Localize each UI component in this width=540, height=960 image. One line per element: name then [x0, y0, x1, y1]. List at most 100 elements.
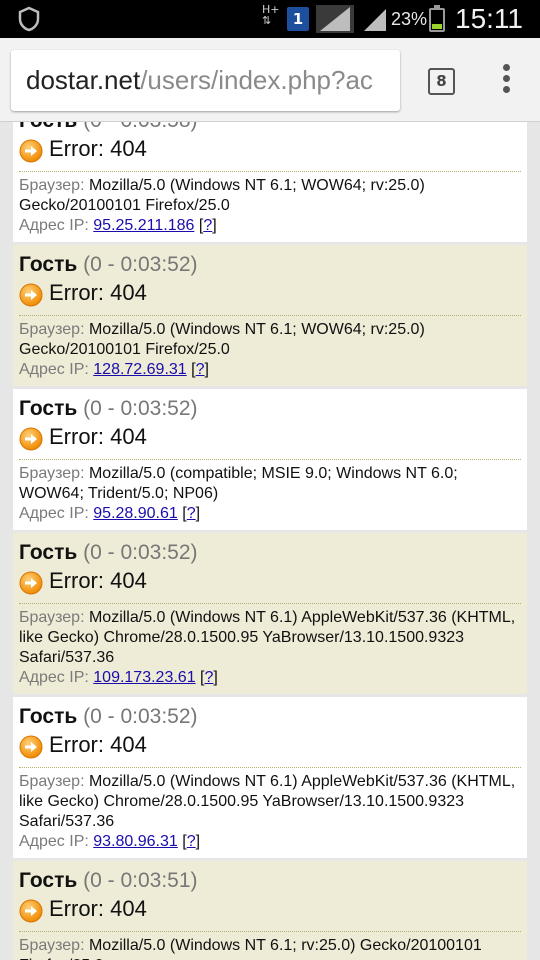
- entry-location: Error: 404: [19, 423, 521, 451]
- log-entry: Гость (0 - 0:03:52) Error: 404 Браузер: …: [13, 533, 527, 697]
- ip-label: Адрес IP:: [19, 833, 89, 850]
- browser-label: Браузер:: [19, 177, 85, 194]
- ip-help: [?]: [191, 361, 209, 378]
- entry-details: Браузер: Mozilla/5.0 (Windows NT 6.1; WO…: [19, 320, 521, 380]
- ip-link[interactable]: 93.80.96.31: [93, 833, 178, 850]
- browser-label: Браузер:: [19, 937, 85, 954]
- browser-line: Браузер: Mozilla/5.0 (Windows NT 6.1) Ap…: [19, 772, 521, 832]
- ip-help-link[interactable]: ?: [196, 361, 205, 378]
- user-name: Гость: [19, 541, 78, 564]
- browser-line: Браузер: Mozilla/5.0 (Windows NT 6.1) Ap…: [19, 608, 521, 668]
- log-entry: Гость (0 - 0:03:52) Error: 404 Браузер: …: [13, 697, 527, 861]
- tab-switcher-button[interactable]: 8: [428, 68, 455, 95]
- arrow-right-icon: [19, 139, 43, 163]
- divider: [19, 171, 521, 172]
- divider: [19, 767, 521, 768]
- log-entry: Гость (0 - 0:03:52) Error: 404 Браузер: …: [13, 389, 527, 533]
- user-name: Гость: [19, 705, 78, 728]
- ip-label: Адрес IP:: [19, 669, 89, 686]
- entry-details: Браузер: Mozilla/5.0 (Windows NT 6.1) Ap…: [19, 608, 521, 688]
- divider: [19, 459, 521, 460]
- ip-help: [?]: [198, 217, 217, 234]
- log-entry: Гость (0 - 0:03:52) Error: 404 Браузер: …: [13, 245, 527, 389]
- ip-help-link[interactable]: ?: [203, 217, 212, 234]
- browser-label: Браузер:: [19, 609, 85, 626]
- browser-line: Браузер: Mozilla/5.0 (Windows NT 6.1; WO…: [19, 176, 521, 216]
- ip-link[interactable]: 95.28.90.61: [93, 505, 178, 522]
- browser-toolbar: dostar.net/users/index.php?ac 8: [0, 38, 540, 122]
- divider: [19, 931, 521, 932]
- browser-line: Браузер: Mozilla/5.0 (compatible; MSIE 9…: [19, 464, 521, 504]
- arrow-right-icon: [19, 427, 43, 451]
- error-text: Error: 404: [49, 280, 147, 305]
- user-agent: Mozilla/5.0 (Windows NT 6.1) AppleWebKit…: [19, 773, 516, 830]
- url-path: /users/index.php?ac: [140, 65, 373, 95]
- ip-label: Адрес IP:: [19, 505, 89, 522]
- log-entry: Гость (0 - 0:03:58) Error: 404 Браузер: …: [13, 122, 527, 245]
- divider: [19, 603, 521, 604]
- signal-icon: [364, 9, 386, 31]
- log-entry: Гость (0 - 0:03:51) Error: 404 Браузер: …: [13, 861, 527, 960]
- entry-location: Error: 404: [19, 567, 521, 595]
- ip-line: Адрес IP: 109.173.23.61 [?]: [19, 668, 521, 688]
- ip-help: [?]: [182, 833, 201, 850]
- shield-icon: [18, 6, 40, 32]
- user-agent: Mozilla/5.0 (compatible; MSIE 9.0; Windo…: [19, 465, 458, 502]
- battery-level: [432, 24, 442, 29]
- ip-help: [?]: [182, 505, 201, 522]
- user-name: Гость: [19, 397, 78, 420]
- user-agent: Mozilla/5.0 (Windows NT 6.1; rv:25.0) Ge…: [19, 937, 482, 960]
- status-bar: H+ ⇅ 1 23% 15:11: [0, 0, 540, 38]
- browser-line: Браузер: Mozilla/5.0 (Windows NT 6.1; rv…: [19, 936, 521, 960]
- ip-help: [?]: [200, 669, 218, 686]
- browser-label: Браузер:: [19, 465, 85, 482]
- error-text: Error: 404: [49, 424, 147, 449]
- entry-header: Гость (0 - 0:03:52): [19, 703, 521, 731]
- visitor-log: Гость (0 - 0:03:58) Error: 404 Браузер: …: [13, 122, 527, 960]
- divider: [19, 315, 521, 316]
- sim-indicator: 1: [287, 7, 309, 31]
- entry-location: Error: 404: [19, 731, 521, 759]
- ip-line: Адрес IP: 95.28.90.61 [?]: [19, 504, 521, 524]
- arrow-right-icon: [19, 283, 43, 307]
- ip-line: Адрес IP: 128.72.69.31 [?]: [19, 360, 521, 380]
- ip-link[interactable]: 109.173.23.61: [93, 669, 195, 686]
- ip-link[interactable]: 128.72.69.31: [93, 361, 186, 378]
- online-time: (0 - 0:03:52): [83, 253, 198, 276]
- entry-details: Браузер: Mozilla/5.0 (Windows NT 6.1; WO…: [19, 176, 521, 236]
- browser-label: Браузер:: [19, 773, 85, 790]
- entry-header: Гость (0 - 0:03:51): [19, 867, 521, 895]
- url-host: dostar.net: [26, 65, 141, 95]
- overflow-menu-icon[interactable]: [496, 64, 516, 98]
- error-text: Error: 404: [49, 896, 147, 921]
- online-time: (0 - 0:03:58): [83, 122, 197, 132]
- arrow-right-icon: [19, 735, 43, 759]
- entry-location: Error: 404: [19, 895, 521, 923]
- ip-help-link[interactable]: ?: [187, 833, 196, 850]
- online-time: (0 - 0:03:51): [83, 869, 198, 892]
- ip-label: Адрес IP:: [19, 217, 89, 234]
- ip-help-link[interactable]: ?: [205, 669, 214, 686]
- error-text: Error: 404: [49, 568, 147, 593]
- entry-location: Error: 404: [19, 135, 521, 163]
- user-name: Гость: [19, 253, 78, 276]
- url-bar[interactable]: dostar.net/users/index.php?ac: [11, 50, 400, 111]
- ip-line: Адрес IP: 93.80.96.31 [?]: [19, 832, 521, 852]
- ip-help-link[interactable]: ?: [187, 505, 196, 522]
- battery-percent: 23%: [391, 9, 428, 29]
- browser-label: Браузер:: [19, 321, 85, 338]
- entry-header: Гость (0 - 0:03:52): [19, 251, 521, 279]
- entry-header: Гость (0 - 0:03:52): [19, 395, 521, 423]
- ip-label: Адрес IP:: [19, 361, 89, 378]
- battery-icon: [429, 5, 445, 32]
- online-time: (0 - 0:03:52): [83, 705, 198, 728]
- page-content: Гость (0 - 0:03:58) Error: 404 Браузер: …: [0, 122, 540, 960]
- user-name: Гость: [19, 122, 77, 132]
- entry-header: Гость (0 - 0:03:52): [19, 539, 521, 567]
- error-text: Error: 404: [49, 732, 147, 757]
- online-time: (0 - 0:03:52): [83, 541, 198, 564]
- user-agent: Mozilla/5.0 (Windows NT 6.1) AppleWebKit…: [19, 609, 516, 666]
- browser-line: Браузер: Mozilla/5.0 (Windows NT 6.1; WO…: [19, 320, 521, 360]
- ip-link[interactable]: 95.25.211.186: [93, 217, 194, 234]
- signal-icon: [316, 5, 354, 33]
